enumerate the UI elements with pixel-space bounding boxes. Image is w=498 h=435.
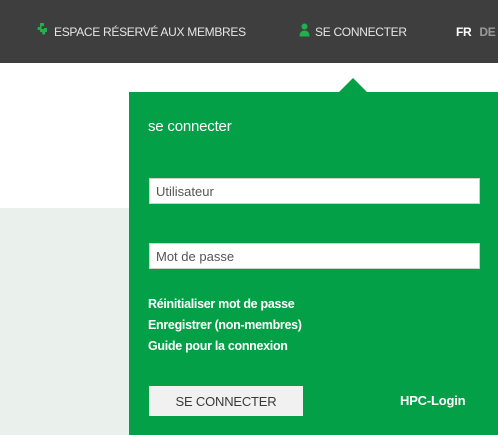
members-area-label: ESPACE RÉSERVÉ AUX MEMBRES bbox=[54, 24, 246, 39]
login-guide-link[interactable]: Guide pour la connexion bbox=[148, 339, 288, 353]
top-nav-bar: ESPACE RÉSERVÉ AUX MEMBRES SE CONNECTER … bbox=[0, 0, 498, 63]
login-dropdown-title: se connecter bbox=[148, 118, 232, 135]
hpc-login-link[interactable]: HPC-Login bbox=[400, 393, 466, 408]
background-panel bbox=[0, 208, 130, 435]
login-dropdown: se connecter Réinitialiser mot de passe … bbox=[129, 92, 498, 435]
login-toggle[interactable]: SE CONNECTER bbox=[299, 0, 407, 63]
username-input[interactable] bbox=[149, 178, 480, 204]
register-link[interactable]: Enregistrer (non-membres) bbox=[148, 318, 302, 332]
login-submit-button[interactable]: SE CONNECTER bbox=[149, 386, 303, 416]
lang-de[interactable]: DE bbox=[479, 25, 495, 39]
login-toggle-label: SE CONNECTER bbox=[315, 24, 407, 39]
dropdown-caret bbox=[338, 78, 368, 93]
lang-fr[interactable]: FR bbox=[456, 25, 472, 39]
members-area-link[interactable]: ESPACE RÉSERVÉ AUX MEMBRES bbox=[35, 0, 246, 63]
language-switcher: FR DE bbox=[456, 0, 496, 63]
password-input[interactable] bbox=[149, 243, 480, 269]
reset-password-link[interactable]: Réinitialiser mot de passe bbox=[148, 297, 295, 311]
puzzle-icon bbox=[35, 23, 49, 40]
user-icon bbox=[299, 23, 310, 40]
